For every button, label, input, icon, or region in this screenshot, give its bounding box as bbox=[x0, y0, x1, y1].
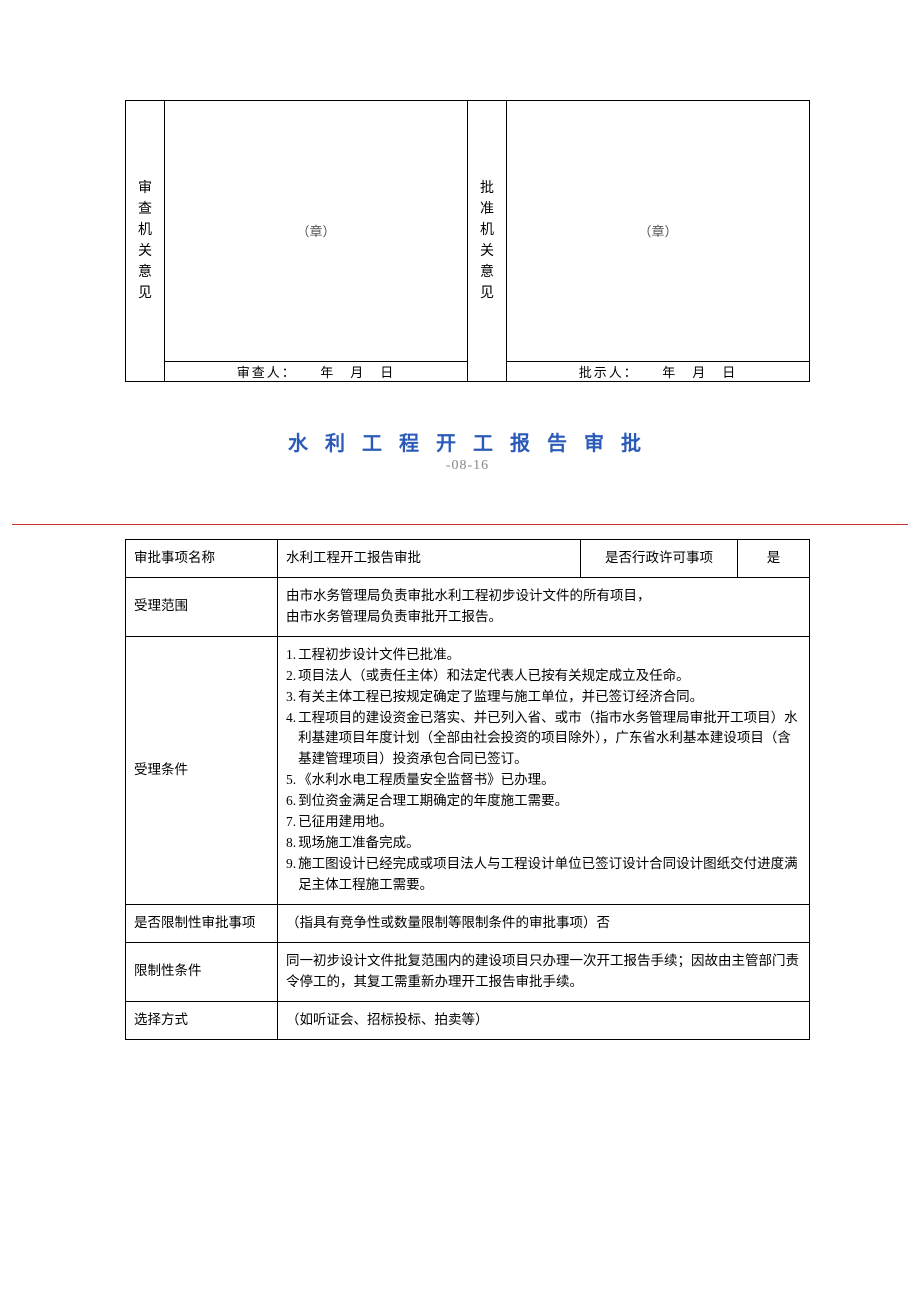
label-restrict-cond: 限制性条件 bbox=[126, 942, 278, 1001]
reviewer-signature-line: 审查人： 年 月 日 bbox=[165, 362, 468, 382]
label-restrictive: 是否限制性审批事项 bbox=[126, 904, 278, 942]
table-row: 是否限制性审批事项 （指具有竞争性或数量限制等限制条件的审批事项）否 bbox=[126, 904, 810, 942]
value-item-name: 水利工程开工报告审批 bbox=[278, 540, 581, 578]
label-select-mode: 选择方式 bbox=[126, 1001, 278, 1039]
value-restrictive: （指具有竞争性或数量限制等限制条件的审批事项）否 bbox=[278, 904, 810, 942]
document-date: -08-16 bbox=[125, 458, 810, 474]
condition-item: 7.已征用建用地。 bbox=[286, 812, 801, 833]
condition-item: 8.现场施工准备完成。 bbox=[286, 833, 801, 854]
value-conditions: 1.工程初步设计文件已批准。2.项目法人（或责任主体）和法定代表人已按有关规定成… bbox=[278, 636, 810, 904]
approval-opinion-table: 审查机关意见 （章） 批准机关意见 （章） 审查人： 年 月 日 批示人： 年 … bbox=[125, 100, 810, 382]
table-row: 受理范围 由市水务管理局负责审批水利工程初步设计文件的所有项目， 由市水务管理局… bbox=[126, 577, 810, 636]
condition-item: 2.项目法人（或责任主体）和法定代表人已按有关规定成立及任命。 bbox=[286, 666, 801, 687]
table-row: 审批事项名称 水利工程开工报告审批 是否行政许可事项 是 bbox=[126, 540, 810, 578]
approve-stamp-area: （章） bbox=[507, 101, 810, 362]
condition-item: 1.工程初步设计文件已批准。 bbox=[286, 645, 801, 666]
divider bbox=[12, 524, 908, 525]
label-scope: 受理范围 bbox=[126, 577, 278, 636]
label-item-name: 审批事项名称 bbox=[126, 540, 278, 578]
condition-item: 9.施工图设计已经完成或项目法人与工程设计单位已签订设计合同设计图纸交付进度满足… bbox=[286, 854, 801, 896]
approval-info-table: 审批事项名称 水利工程开工报告审批 是否行政许可事项 是 受理范围 由市水务管理… bbox=[125, 539, 810, 1040]
document-title: 水 利 工 程 开 工 报 告 审 批 bbox=[125, 427, 810, 456]
stamp-placeholder: （章） bbox=[296, 224, 335, 239]
condition-item: 4.工程项目的建设资金已落实、并已列入省、或市（指市水务管理局审批开工项目）水利… bbox=[286, 708, 801, 771]
table-row: 受理条件 1.工程初步设计文件已批准。2.项目法人（或责任主体）和法定代表人已按… bbox=[126, 636, 810, 904]
table-row: 限制性条件 同一初步设计文件批复范围内的建设项目只办理一次开工报告手续；因故由主… bbox=[126, 942, 810, 1001]
value-is-admin-permit: 是 bbox=[738, 540, 810, 578]
condition-item: 5.《水利水电工程质量安全监督书》已办理。 bbox=[286, 770, 801, 791]
value-scope: 由市水务管理局负责审批水利工程初步设计文件的所有项目， 由市水务管理局负责审批开… bbox=[278, 577, 810, 636]
condition-item: 6.到位资金满足合理工期确定的年度施工需要。 bbox=[286, 791, 801, 812]
condition-item: 3.有关主体工程已按规定确定了监理与施工单位，并已签订经济合同。 bbox=[286, 687, 801, 708]
value-select-mode: （如听证会、招标投标、拍卖等） bbox=[278, 1001, 810, 1039]
stamp-placeholder: （章） bbox=[638, 224, 677, 239]
label-conditions: 受理条件 bbox=[126, 636, 278, 904]
approver-signature-line: 批示人： 年 月 日 bbox=[507, 362, 810, 382]
review-org-opinion-label: 审查机关意见 bbox=[126, 101, 165, 382]
review-stamp-area: （章） bbox=[165, 101, 468, 362]
value-restrict-cond: 同一初步设计文件批复范围内的建设项目只办理一次开工报告手续；因故由主管部门责令停… bbox=[278, 942, 810, 1001]
approve-org-opinion-label: 批准机关意见 bbox=[468, 101, 507, 382]
table-row: 选择方式 （如听证会、招标投标、拍卖等） bbox=[126, 1001, 810, 1039]
label-is-admin-permit: 是否行政许可事项 bbox=[581, 540, 738, 578]
